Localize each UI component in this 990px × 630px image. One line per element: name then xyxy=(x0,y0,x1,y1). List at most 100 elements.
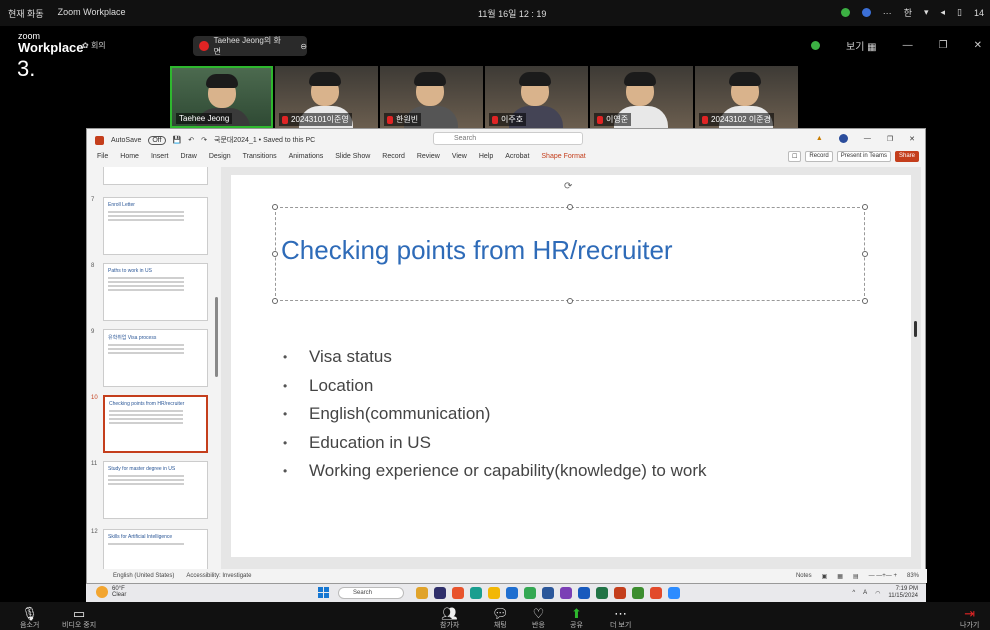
leave-button[interactable]: ⇥ 나가기 xyxy=(960,606,979,630)
restore-button[interactable]: ❐ xyxy=(939,40,948,51)
app-icon[interactable] xyxy=(452,587,464,599)
tray-clock[interactable]: 7:19 PM 11/15/2024 xyxy=(888,586,918,600)
participant-tile[interactable]: 이영준 xyxy=(590,66,693,128)
thumbnail-partial[interactable] xyxy=(103,167,208,185)
tray-wifi-icon[interactable]: ◠ xyxy=(875,590,880,597)
share-button[interactable]: Share xyxy=(894,151,919,162)
participant-tile[interactable]: 한원빈 xyxy=(380,66,483,128)
tab-file[interactable]: File xyxy=(97,153,108,160)
participants-button[interactable]: 👥︎ 참가자 xyxy=(440,606,459,630)
warning-icon[interactable]: ▲ xyxy=(816,135,823,142)
participant-tile[interactable]: Taehee Jeong xyxy=(170,66,273,128)
view-button[interactable]: 보기 ▦ xyxy=(846,38,877,53)
app-icon[interactable] xyxy=(632,587,644,599)
app-icon[interactable] xyxy=(614,587,626,599)
tab-shape-format[interactable]: Shape Format xyxy=(541,153,585,160)
resize-handle[interactable] xyxy=(272,298,278,304)
resize-handle[interactable] xyxy=(862,251,868,257)
ppt-minimize-button[interactable]: — xyxy=(864,135,871,142)
reading-view-icon[interactable]: ▤ xyxy=(853,573,859,580)
app-icon[interactable] xyxy=(506,587,518,599)
app-icon[interactable] xyxy=(488,587,500,599)
tray-chevron-icon[interactable]: ^ xyxy=(852,590,855,596)
screen-share-indicator[interactable]: Taehee Jeong의 화면 ⊖ xyxy=(193,36,307,56)
shield-icon[interactable] xyxy=(840,8,850,17)
tab-slide-show[interactable]: Slide Show xyxy=(335,153,370,160)
app-icon[interactable] xyxy=(578,587,590,599)
slide-thumbnail[interactable]: 유학취업 Visa process xyxy=(103,329,208,387)
redo-icon[interactable]: ↷ xyxy=(201,136,207,144)
tray-lang[interactable]: A xyxy=(863,590,867,596)
resize-handle[interactable] xyxy=(567,298,573,304)
accessibility-status[interactable]: Accessibility: Investigate xyxy=(186,573,251,579)
slide[interactable]: ⟳ Checking points from HR/recruiter • Vis… xyxy=(231,175,911,557)
app-icon[interactable] xyxy=(668,587,680,599)
chat-button[interactable]: 💬︎ 채팅 xyxy=(492,606,509,630)
weather-widget[interactable]: 60°F Clear xyxy=(96,586,126,598)
record-button[interactable]: Record xyxy=(805,151,833,162)
slide-thumbnail-selected[interactable]: Checking points from HR/recruiter xyxy=(103,395,208,453)
resize-handle[interactable] xyxy=(272,204,278,210)
tab-acrobat[interactable]: Acrobat xyxy=(505,153,529,160)
doc-title[interactable]: 국문대2024_1 • Saved to this PC xyxy=(214,135,315,145)
resize-handle[interactable] xyxy=(862,298,868,304)
more-icon[interactable]: ··· xyxy=(883,8,892,18)
tab-record[interactable]: Record xyxy=(382,153,405,160)
resize-handle[interactable] xyxy=(272,251,278,257)
slide-thumbnail[interactable]: Skills for Artificial Intelligence xyxy=(103,529,208,571)
avatar-icon[interactable] xyxy=(861,8,871,17)
share-options-icon[interactable]: ⊖ xyxy=(300,42,307,51)
slide-thumbnail[interactable]: Enroll Letter xyxy=(103,197,208,255)
present-in-teams-button[interactable]: Present in Teams xyxy=(836,151,891,162)
tab-insert[interactable]: Insert xyxy=(151,153,169,160)
minimize-button[interactable]: — xyxy=(903,40,913,51)
tab-animations[interactable]: Animations xyxy=(289,153,324,160)
canvas-scrollbar[interactable] xyxy=(914,321,917,337)
comments-icon[interactable]: ☐ xyxy=(788,151,802,162)
language-status[interactable]: English (United States) xyxy=(113,573,174,579)
mute-button[interactable]: 🎙︎ 음소거 xyxy=(20,606,39,630)
account-avatar[interactable] xyxy=(838,134,848,143)
more-button[interactable]: ⋯ 더 보기 xyxy=(610,606,631,630)
app-icon[interactable] xyxy=(416,587,428,599)
autosave-toggle[interactable]: Off xyxy=(148,135,166,145)
sorter-view-icon[interactable]: ▦ xyxy=(837,573,843,580)
tab-help[interactable]: Help xyxy=(479,153,493,160)
taskbar-search[interactable]: Search xyxy=(338,587,404,599)
app-icon[interactable] xyxy=(524,587,536,599)
participant-tile[interactable]: 20243102 이준경 xyxy=(695,66,798,128)
react-button[interactable]: ♡ 반응 xyxy=(532,606,545,630)
video-button[interactable]: ▭ 비디오 중지 xyxy=(62,606,96,630)
thumbnail-scrollbar[interactable] xyxy=(215,297,218,377)
tab-home[interactable]: Home xyxy=(120,153,139,160)
app-icon[interactable] xyxy=(434,587,446,599)
rotate-handle-icon[interactable]: ⟳ xyxy=(564,181,572,192)
zoom-slider[interactable]: — —+— + xyxy=(869,573,897,580)
notes-button[interactable]: Notes xyxy=(796,573,812,580)
meeting-menu[interactable]: ✿ 회의 xyxy=(82,40,106,51)
resize-handle[interactable] xyxy=(567,204,573,210)
undo-icon[interactable]: ↶ xyxy=(188,136,194,144)
zoom-level[interactable]: 83% xyxy=(907,573,919,580)
tab-draw[interactable]: Draw xyxy=(180,153,196,160)
ppt-close-button[interactable]: ✕ xyxy=(909,135,915,143)
tab-transitions[interactable]: Transitions xyxy=(243,153,277,160)
tab-view[interactable]: View xyxy=(452,153,467,160)
app-icon[interactable] xyxy=(560,587,572,599)
ppt-search-input[interactable]: Search xyxy=(433,132,583,145)
participant-tile[interactable]: 20243101이준영 xyxy=(275,66,378,128)
tab-review[interactable]: Review xyxy=(417,153,440,160)
slide-thumbnail[interactable]: Study for master degree in US xyxy=(103,461,208,519)
ppt-maximize-button[interactable]: ❐ xyxy=(887,135,893,143)
save-icon[interactable]: 💾 xyxy=(173,136,182,144)
security-icon[interactable] xyxy=(811,41,820,50)
resize-handle[interactable] xyxy=(862,204,868,210)
app-icon[interactable] xyxy=(650,587,662,599)
slide-title[interactable]: Checking points from HR/recruiter xyxy=(281,235,673,266)
close-button[interactable]: ✕ xyxy=(974,40,982,51)
app-icon[interactable] xyxy=(470,587,482,599)
participant-tile[interactable]: 이주호 xyxy=(485,66,588,128)
start-button[interactable] xyxy=(318,587,329,598)
slide-bullets[interactable]: • Visa status • Location • English(communic… xyxy=(283,343,706,486)
slide-thumbnail[interactable]: Paths to work in US xyxy=(103,263,208,321)
